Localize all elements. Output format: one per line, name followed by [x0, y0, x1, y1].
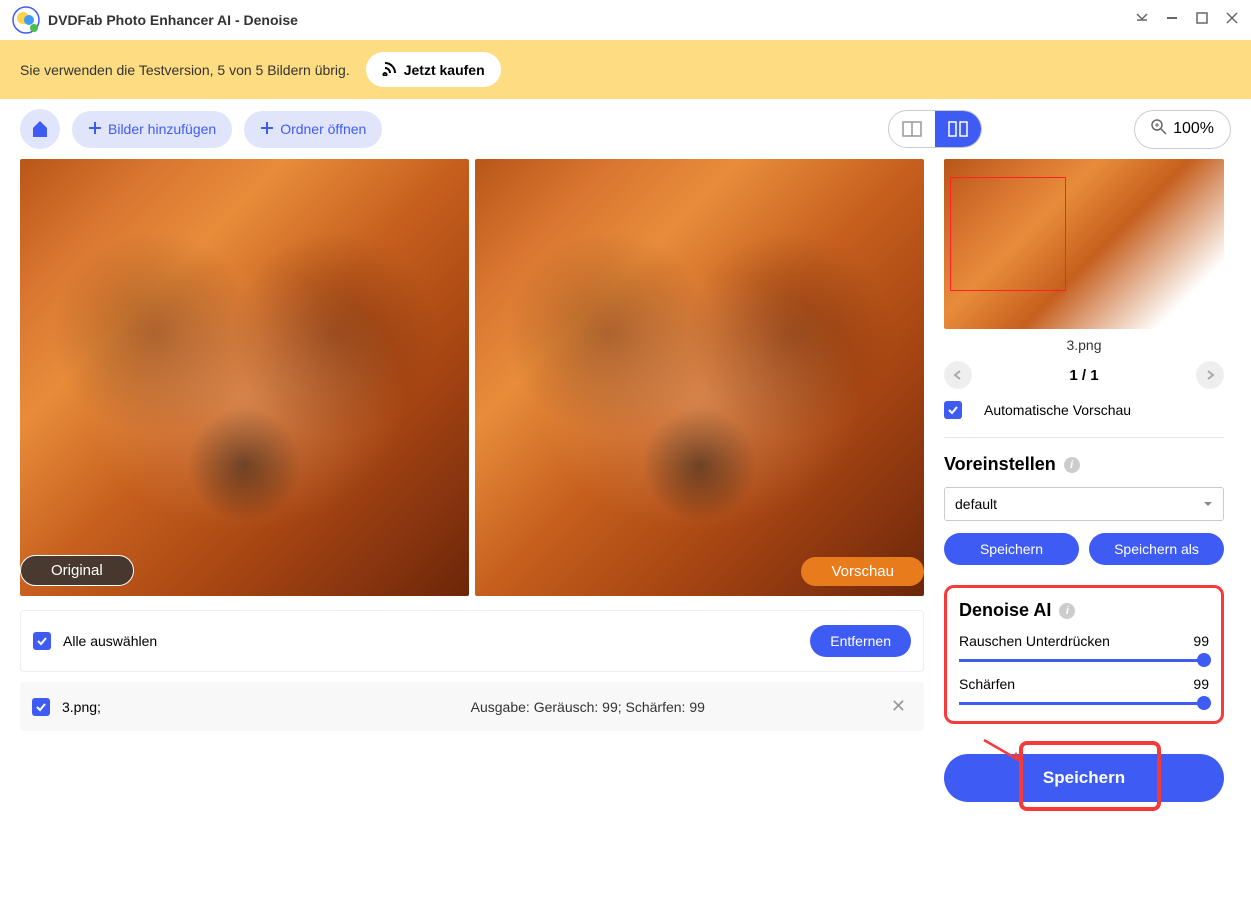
dropdown-icon[interactable] — [1135, 11, 1149, 30]
rss-icon — [382, 60, 398, 79]
split-view-button[interactable] — [935, 111, 981, 147]
original-image[interactable]: Original — [20, 159, 469, 596]
sharpen-label: Schärfen — [959, 676, 1015, 692]
list-row: 3.png; Ausgabe: Geräusch: 99; Schärfen: … — [20, 682, 924, 731]
trial-banner: Sie verwenden die Testversion, 5 von 5 B… — [0, 40, 1251, 99]
auto-preview-label: Automatische Vorschau — [984, 402, 1131, 418]
single-view-button[interactable] — [889, 111, 935, 147]
preset-buttons: Speichern Speichern als — [944, 533, 1224, 565]
preview-image[interactable]: Vorschau — [475, 159, 924, 596]
list-header: Alle auswählen Entfernen — [20, 610, 924, 672]
select-all-label: Alle auswählen — [63, 633, 810, 649]
check-icon — [947, 404, 959, 416]
open-folder-label: Ordner öffnen — [280, 121, 366, 137]
minimize-icon[interactable] — [1165, 11, 1179, 30]
compare-view: Original Vorschau — [20, 159, 924, 596]
add-images-button[interactable]: Bilder hinzufügen — [72, 111, 232, 148]
crop-rect[interactable] — [950, 177, 1066, 291]
plus-icon — [88, 121, 102, 138]
denoise-title-row: Denoise AI i — [959, 600, 1209, 621]
save-button[interactable]: Speichern — [944, 754, 1224, 802]
check-icon — [35, 701, 47, 713]
prev-button[interactable] — [944, 361, 972, 389]
split-view-icon — [948, 121, 968, 137]
check-icon — [36, 635, 48, 647]
chevron-right-icon — [1205, 370, 1215, 380]
slider-thumb[interactable] — [1197, 696, 1211, 710]
preview-label: Vorschau — [801, 557, 924, 586]
home-button[interactable] — [20, 109, 60, 149]
info-icon[interactable]: i — [1059, 603, 1075, 619]
preset-select[interactable]: default — [944, 487, 1224, 521]
toolbar: Bilder hinzufügen Ordner öffnen 100% — [0, 99, 1251, 159]
suppress-label: Rauschen Unterdrücken — [959, 633, 1110, 649]
chevron-down-icon — [1203, 496, 1213, 512]
remove-row-button[interactable]: ✕ — [885, 696, 912, 717]
home-icon — [30, 119, 50, 139]
chevron-left-icon — [953, 370, 963, 380]
filename: 3.png; — [62, 699, 101, 715]
sidebar: 3.png 1 / 1 Automatische Vorschau Vorein… — [944, 159, 1224, 802]
next-button[interactable] — [1196, 361, 1224, 389]
slider-thumb[interactable] — [1197, 653, 1211, 667]
auto-preview-checkbox[interactable] — [944, 401, 962, 419]
zoom-icon — [1151, 119, 1167, 140]
close-icon[interactable] — [1225, 11, 1239, 30]
view-toggle — [888, 110, 982, 148]
row-checkbox[interactable] — [32, 698, 50, 716]
window-controls — [1135, 11, 1239, 30]
plus-icon — [260, 121, 274, 138]
buy-now-button[interactable]: Jetzt kaufen — [366, 52, 501, 87]
output-info: Ausgabe: Geräusch: 99; Schärfen: 99 — [471, 699, 705, 715]
preset-title-row: Voreinstellen i — [944, 454, 1224, 475]
sharpen-slider-row: Schärfen 99 — [959, 676, 1209, 705]
thumbnail-name: 3.png — [944, 337, 1224, 353]
add-images-label: Bilder hinzufügen — [108, 121, 216, 137]
sharpen-slider[interactable] — [959, 702, 1209, 705]
main-area: Original Vorschau Alle auswählen Entfern… — [0, 159, 1251, 802]
pager: 1 / 1 — [944, 361, 1224, 389]
thumbnail[interactable] — [944, 159, 1224, 329]
preset-value: default — [955, 496, 997, 512]
open-folder-button[interactable]: Ordner öffnen — [244, 111, 382, 148]
preset-title: Voreinstellen — [944, 454, 1056, 475]
suppress-value: 99 — [1193, 633, 1209, 649]
sharpen-value: 99 — [1193, 676, 1209, 692]
app-logo-icon — [12, 6, 40, 34]
maximize-icon[interactable] — [1195, 11, 1209, 30]
denoise-panel: Denoise AI i Rauschen Unterdrücken 99 Sc… — [944, 585, 1224, 724]
denoise-title: Denoise AI — [959, 600, 1051, 621]
original-label: Original — [20, 555, 134, 586]
info-icon[interactable]: i — [1064, 457, 1080, 473]
select-all-checkbox[interactable] — [33, 632, 51, 650]
left-panel: Original Vorschau Alle auswählen Entfern… — [20, 159, 924, 802]
trial-text: Sie verwenden die Testversion, 5 von 5 B… — [20, 62, 350, 78]
zoom-value: 100% — [1173, 120, 1214, 138]
divider — [944, 437, 1224, 438]
page-counter: 1 / 1 — [1069, 367, 1098, 384]
titlebar: DVDFab Photo Enhancer AI - Denoise — [0, 0, 1251, 40]
zoom-control[interactable]: 100% — [1134, 110, 1231, 149]
suppress-slider-row: Rauschen Unterdrücken 99 — [959, 633, 1209, 662]
save-as-preset-button[interactable]: Speichern als — [1089, 533, 1224, 565]
auto-preview-row: Automatische Vorschau — [944, 401, 1224, 419]
save-preset-button[interactable]: Speichern — [944, 533, 1079, 565]
save-container: Speichern — [944, 754, 1224, 802]
single-view-icon — [902, 121, 922, 137]
suppress-slider[interactable] — [959, 659, 1209, 662]
remove-button[interactable]: Entfernen — [810, 625, 911, 657]
app-title: DVDFab Photo Enhancer AI - Denoise — [48, 12, 1135, 28]
buy-label: Jetzt kaufen — [404, 62, 485, 78]
